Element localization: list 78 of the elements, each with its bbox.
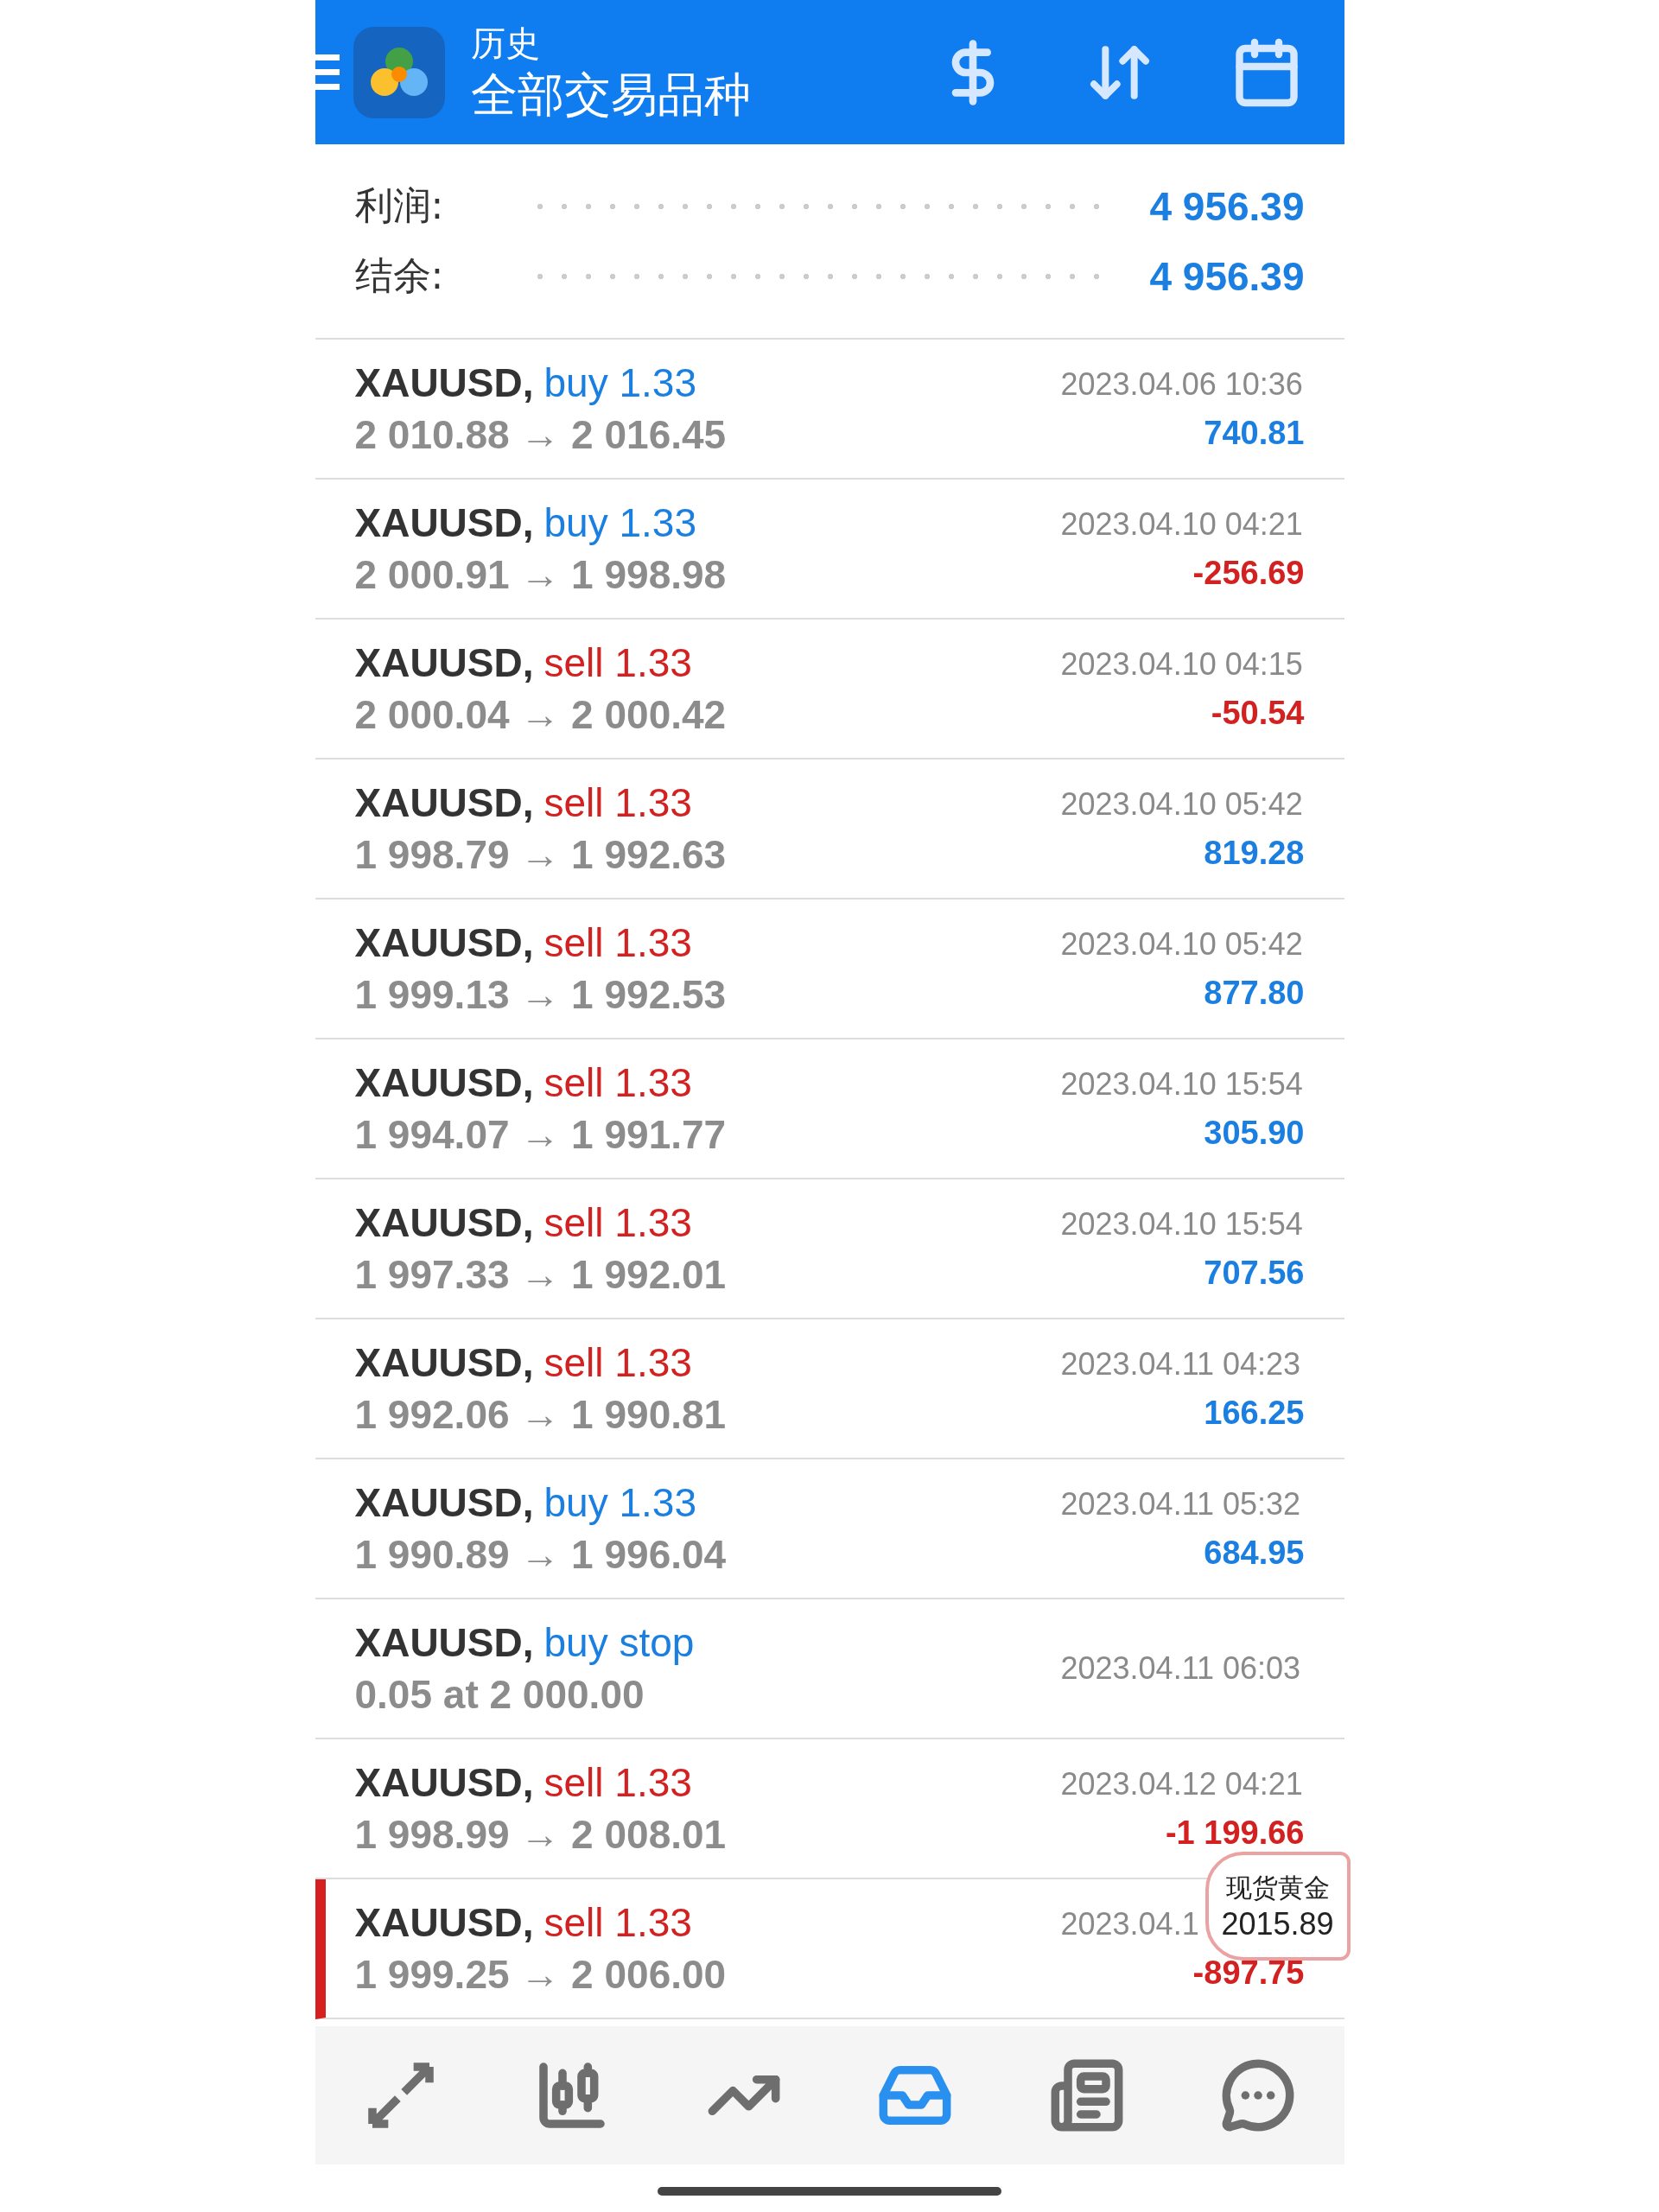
symbol-text: XAUUSD,	[354, 1199, 534, 1246]
price-text: 1 999.13 → 1 992.53	[354, 971, 728, 1018]
menu-icon[interactable]	[315, 52, 340, 92]
profit-value: 819.28	[1204, 834, 1305, 872]
order-type-text: buy 1.33	[543, 1479, 696, 1526]
deal-time: 2023.04.10 15:54	[1060, 1065, 1303, 1103]
price-text: 2 000.91 → 1 998.98	[354, 551, 728, 598]
symbol-text: XAUUSD,	[354, 359, 534, 406]
order-type-text: sell 1.33	[543, 1339, 692, 1386]
symbol-text: XAUUSD,	[354, 919, 534, 966]
price-text: 1 994.07 → 1 991.77	[354, 1111, 728, 1158]
price-text: 1 992.06 → 1 990.81	[354, 1391, 728, 1438]
deal-row[interactable]: XAUUSD, buy stop 0.05 at 2 000.00 2023.04.11 06:03	[315, 1599, 1344, 1739]
summary-value: 4 956.39	[1149, 252, 1305, 300]
profit-value: -1 199.66	[1165, 1814, 1305, 1852]
price-text: 0.05 at 2 000.00	[354, 1671, 645, 1718]
symbol-text: XAUUSD,	[354, 1619, 534, 1666]
deal-time: 2023.04.10 04:15	[1060, 645, 1303, 683]
price-text: 1 999.25 → 2 006.00	[354, 1951, 728, 1998]
summary-value: 4 956.39	[1149, 182, 1305, 230]
deal-time: 2023.04.10 05:42	[1060, 925, 1303, 963]
price-text: 1 990.89 → 1 996.04	[354, 1531, 728, 1578]
order-type-text: sell 1.33	[543, 1899, 692, 1946]
order-type-text: buy 1.33	[543, 359, 696, 406]
screen-title: 历史	[470, 22, 541, 65]
profit-value: 305.90	[1204, 1114, 1305, 1152]
deal-row[interactable]: XAUUSD, sell 1.33 1 992.06 → 1 990.81 2023.04.11 04:23 166.25	[315, 1319, 1344, 1459]
symbol-filter[interactable]: 全部交易品种	[470, 65, 930, 124]
symbol-text: XAUUSD,	[354, 1059, 534, 1106]
symbol-text: XAUUSD,	[354, 1479, 534, 1526]
deal-row[interactable]: XAUUSD, sell 1.33 1 997.33 → 1 992.01 2023.04.10 15:54 707.56	[315, 1179, 1344, 1319]
profit-value: -256.69	[1192, 554, 1305, 592]
price-text: 2 000.04 → 2 000.42	[354, 691, 728, 738]
profit-value: 684.95	[1204, 1534, 1305, 1572]
symbol-text: XAUUSD,	[354, 1899, 534, 1946]
deal-time: 2023.04.11 06:03	[1060, 1649, 1301, 1688]
order-type-text: sell 1.33	[543, 919, 692, 966]
app-logo-icon	[353, 26, 445, 118]
symbol-text: XAUUSD,	[354, 1339, 534, 1386]
profit-value: 877.80	[1204, 974, 1305, 1012]
price-text: 1 998.79 → 1 992.63	[354, 831, 728, 878]
order-type-text: sell 1.33	[543, 639, 692, 686]
deal-time: 2023.04.10 04:21	[1060, 505, 1303, 543]
bubble-price: 2015.89	[1221, 1905, 1334, 1942]
symbol-text: XAUUSD,	[354, 1759, 534, 1806]
price-text: 2 010.88 → 2 016.45	[354, 411, 728, 458]
order-type-text: sell 1.33	[543, 779, 692, 826]
order-type-text: sell 1.33	[543, 1199, 692, 1246]
order-type-text: buy stop	[543, 1619, 695, 1666]
price-bubble[interactable]: 现货黄金 2015.89	[1205, 1852, 1351, 1961]
deal-row[interactable]: XAUUSD, sell 1.33 1 998.79 → 1 992.63 2023.04.10 05:42 819.28	[315, 760, 1344, 899]
deal-row[interactable]: XAUUSD, sell 1.33 1 999.13 → 1 992.53 2023.04.10 05:42 877.80	[315, 899, 1344, 1039]
deal-row[interactable]: XAUUSD, sell 1.33 1 994.07 → 1 991.77 2023.04.10 15:54 305.90	[315, 1039, 1344, 1179]
deal-row[interactable]: XAUUSD, buy 1.33 2 000.91 → 1 998.98 2023.04.10 04:21 -256.69	[315, 480, 1344, 620]
profit-value: 166.25	[1204, 1394, 1305, 1432]
profit-value: 707.56	[1204, 1254, 1305, 1292]
deal-row[interactable]: XAUUSD, sell 1.33 2 000.04 → 2 000.42 2023.04.10 04:15 -50.54	[315, 620, 1344, 760]
order-type-text: buy 1.33	[543, 499, 696, 546]
deal-time: 2023.04.10 15:54	[1060, 1205, 1303, 1243]
deal-time: 2023.04.11 04:23	[1060, 1345, 1301, 1383]
deal-time: 2023.04.12 04:21	[1060, 1765, 1303, 1803]
deal-row[interactable]: XAUUSD, buy 1.33 1 990.89 → 1 996.04 2023.04.11 05:32 684.95	[315, 1459, 1344, 1599]
profit-value: -50.54	[1211, 694, 1305, 732]
price-text: 1 997.33 → 1 992.01	[354, 1251, 728, 1298]
deal-time: 2023.04.1	[1060, 1905, 1199, 1943]
order-type-text: sell 1.33	[543, 1059, 692, 1106]
symbol-text: XAUUSD,	[354, 499, 534, 546]
symbol-text: XAUUSD,	[354, 639, 534, 686]
price-text: 1 998.99 → 2 008.01	[354, 1811, 728, 1858]
profit-value: 740.81	[1204, 414, 1305, 452]
summary-label: 结余:	[354, 252, 445, 299]
order-type-text: sell 1.33	[543, 1759, 692, 1806]
deal-time: 2023.04.11 05:32	[1060, 1485, 1301, 1523]
symbol-text: XAUUSD,	[354, 779, 534, 826]
deal-time: 2023.04.10 05:42	[1060, 785, 1303, 823]
deal-row[interactable]: XAUUSD, buy 1.33 2 010.88 → 2 016.45 2023.04.06 10:36 740.81	[315, 340, 1344, 480]
deal-time: 2023.04.06 10:36	[1060, 365, 1303, 404]
summary-label: 利润:	[354, 182, 445, 229]
